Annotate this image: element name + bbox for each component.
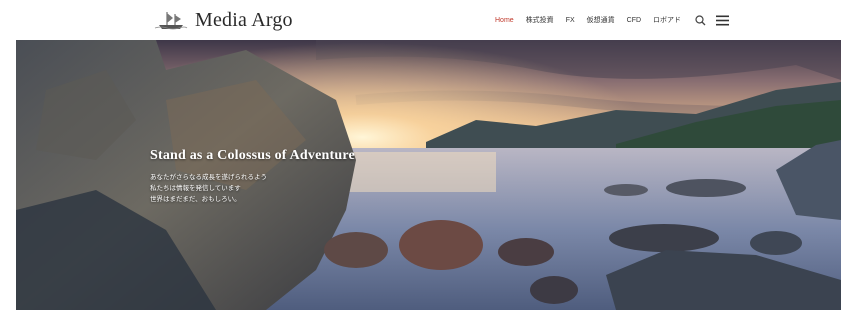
nav-item-home[interactable]: Home [495,17,514,24]
hamburger-menu-icon[interactable] [715,13,729,27]
hero-line: 私たちは情報を発信しています [150,185,241,192]
main-nav: Home 株式投資 FX 仮想通貨 CFD ロボアド [495,12,737,28]
nav-item-cfd[interactable]: CFD [627,17,641,24]
hero-line: あなたがさらなる成長を遂げられるよう [150,174,267,181]
nav-item-stocks[interactable]: 株式投資 [526,15,554,25]
hero-background-image [16,40,841,310]
site-logo[interactable]: Media Argo [153,6,293,34]
sailing-ship-icon [154,12,188,30]
hero-line: 世界はまだまだ、おもしろい。 [150,196,241,203]
hero-title: Stand as a Colossus of Adventure [150,148,355,163]
hero-banner: Stand as a Colossus of Adventure あなたがさらな… [16,40,841,310]
nav-item-robo-advisor[interactable]: ロボアド [653,15,681,25]
nav-item-fx[interactable]: FX [566,17,575,24]
search-icon[interactable] [693,13,707,27]
hero-copy: Stand as a Colossus of Adventure あなたがさらな… [150,148,355,205]
hero-tagline: あなたがさらなる成長を遂げられるよう 私たちは情報を発信しています 世界はまだま… [150,172,355,205]
logo-text: Media Argo [195,8,293,31]
site-header: Media Argo Home 株式投資 FX 仮想通貨 CFD ロボアド [0,0,851,40]
nav-item-crypto[interactable]: 仮想通貨 [587,15,615,25]
